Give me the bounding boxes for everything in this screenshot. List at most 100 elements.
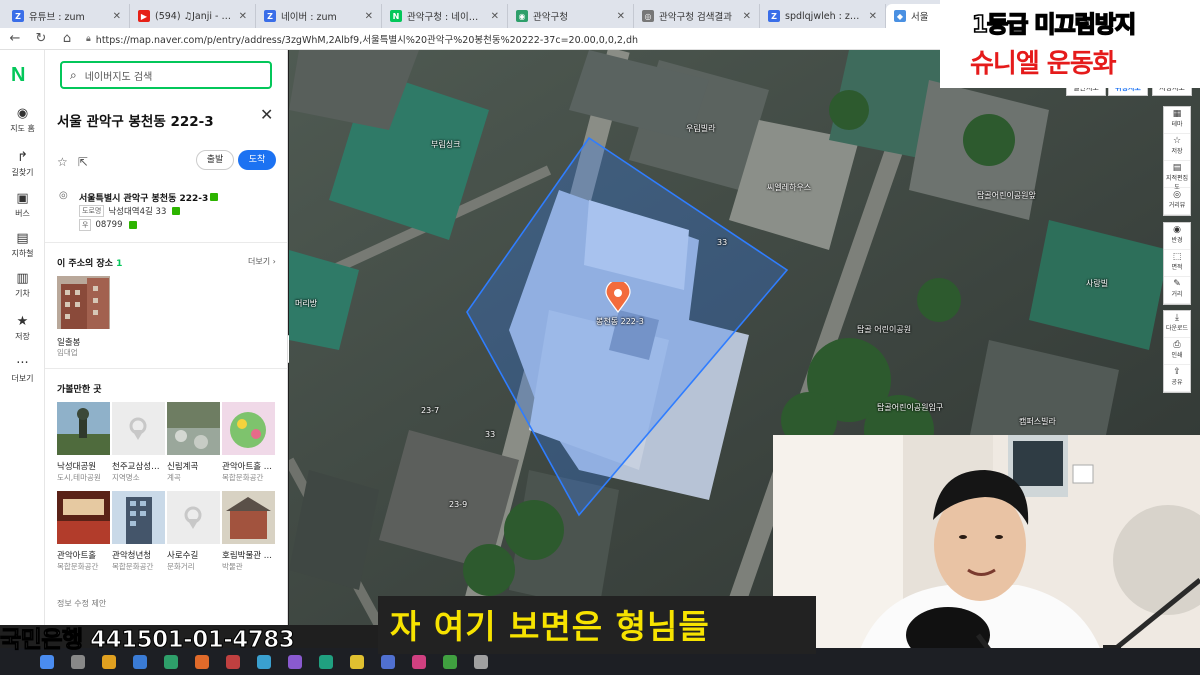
map-tool-label: 다운로드: [1165, 325, 1189, 332]
taskbar-app-icon[interactable]: [412, 655, 426, 669]
taskbar-app-icon[interactable]: [381, 655, 395, 669]
map-tool-label: 저장: [1171, 148, 1183, 155]
nearby-photo[interactable]: [112, 402, 165, 455]
nearby-photo[interactable]: [222, 402, 275, 455]
search-input[interactable]: ⌕ 네이버지도 검색: [60, 61, 272, 89]
map-tools-top: ▦ 테마 ☆ 저장 ▤ 지적편집도 ◎ 거리뷰: [1163, 106, 1191, 216]
taskbar-app-icon[interactable]: [257, 655, 271, 669]
close-icon[interactable]: ✕: [260, 105, 273, 124]
zum-icon: Z: [12, 10, 24, 22]
zip-chip: 우: [79, 219, 92, 231]
nearby-photo[interactable]: [167, 402, 220, 455]
more-link[interactable]: 더보기 ›: [248, 256, 276, 267]
nearby-category: 복합문화공간: [112, 562, 154, 571]
share-icon[interactable]: ⇱: [78, 155, 88, 169]
map-tool-button[interactable]: ✎ 거리: [1164, 277, 1190, 304]
place-photo[interactable]: [57, 276, 110, 329]
close-icon[interactable]: ✕: [239, 11, 247, 22]
rail-item[interactable]: ▣ 버스: [0, 191, 45, 219]
suggest-edit-link[interactable]: 정보 수정 제안: [57, 598, 106, 609]
taskbar-app-icon[interactable]: [226, 655, 240, 669]
taskbar-app-icon[interactable]: [102, 655, 116, 669]
arrive-button[interactable]: 도착: [238, 150, 276, 170]
map-icon: ◆: [894, 10, 906, 22]
copy-icon[interactable]: [210, 193, 219, 201]
map-tool-button[interactable]: ⎙ 인쇄: [1164, 338, 1190, 365]
close-icon[interactable]: ✕: [491, 11, 499, 22]
cadastral-icon: ▤: [1172, 163, 1182, 173]
promo-line-1: 1등급 미끄럼방지: [971, 11, 1137, 39]
globe-icon: ◎: [642, 10, 654, 22]
taskbar-app-icon[interactable]: [350, 655, 364, 669]
map-tool-button[interactable]: ▦ 테마: [1164, 107, 1190, 134]
copy-icon[interactable]: [128, 221, 137, 229]
browser-tab[interactable]: Z 유튜브 : zum ✕: [4, 4, 130, 28]
nearby-name[interactable]: 관악청년청: [112, 549, 165, 561]
pin-icon: ◎: [59, 190, 68, 201]
close-icon[interactable]: ✕: [365, 11, 373, 22]
nearby-photo[interactable]: [57, 491, 110, 544]
bank-account-caption: 국민은행 441501-01-4783: [0, 627, 295, 654]
taskbar-app-icon[interactable]: [443, 655, 457, 669]
nearby-name[interactable]: 관악아트홀: [57, 549, 110, 561]
map-tool-button[interactable]: ▤ 지적편집도: [1164, 161, 1190, 191]
nearby-name[interactable]: 낙성대공원: [57, 460, 110, 472]
rail-item[interactable]: ↱ 길찾기: [0, 150, 45, 178]
close-icon[interactable]: ✕: [617, 11, 625, 22]
star-icon[interactable]: ☆: [57, 155, 68, 169]
taskbar-app-icon[interactable]: [133, 655, 147, 669]
location-pin-icon[interactable]: [605, 282, 631, 314]
map-label: 머리방: [295, 299, 318, 308]
nearby-name[interactable]: 관악아트홀 ...: [222, 460, 275, 472]
rail-item-label: 버스: [15, 209, 30, 218]
nearby-photo[interactable]: [57, 402, 110, 455]
map-tool-button[interactable]: ⤓ 다운로드: [1164, 311, 1190, 338]
rail-item[interactable]: ▤ 지하철: [0, 231, 45, 259]
taskbar-app-icon[interactable]: [40, 655, 54, 669]
copy-icon[interactable]: [172, 207, 181, 215]
close-icon[interactable]: ✕: [869, 11, 877, 22]
nearby-photo[interactable]: [112, 491, 165, 544]
taskbar-app-icon[interactable]: [474, 655, 488, 669]
map-tool-button[interactable]: ◉ 반경: [1164, 223, 1190, 250]
depart-button[interactable]: 출발: [196, 150, 234, 170]
browser-tab[interactable]: N 관악구청 : 네이버 검색 ✕: [382, 4, 508, 28]
nearby-name[interactable]: 천주교삼성산...: [112, 460, 165, 472]
map-tool-button[interactable]: ⬚ 면적: [1164, 250, 1190, 277]
train-icon: ▥: [16, 271, 29, 286]
browser-tab[interactable]: ▶ (594) ♫Janji - Heroes Tonight ✕: [130, 4, 256, 28]
rail-item[interactable]: ◉ 지도 홈: [0, 106, 45, 134]
rail-item[interactable]: ▥ 기차: [0, 271, 45, 299]
taskbar-app-icon[interactable]: [319, 655, 333, 669]
taskbar-app-icon[interactable]: [71, 655, 85, 669]
rail-item[interactable]: ★ 저장: [0, 314, 45, 342]
nearby-name[interactable]: 사로수길: [167, 549, 220, 561]
map-tool-button[interactable]: ◎ 거리뷰: [1164, 188, 1190, 215]
tab-title: 관악구청 검색결과: [659, 12, 732, 23]
map-label: 23-7: [421, 406, 440, 415]
nearby-name[interactable]: 호림박물관 ...: [222, 549, 275, 561]
taskbar-app-icon[interactable]: [288, 655, 302, 669]
browser-tab[interactable]: ◉ 관악구청 ✕: [508, 4, 634, 28]
map-tool-label: 거리: [1171, 291, 1183, 298]
tab-title: 관악구청: [533, 12, 568, 23]
taskbar-app-icon[interactable]: [164, 655, 178, 669]
browser-tab[interactable]: Z 네이버 : zum ✕: [256, 4, 382, 28]
close-icon[interactable]: ✕: [113, 11, 121, 22]
browser-tab[interactable]: ◎ 관악구청 검색결과 ✕: [634, 4, 760, 28]
nearby-photo[interactable]: [167, 491, 220, 544]
nearby-name[interactable]: 신림계곡: [167, 460, 220, 472]
naver-logo-icon[interactable]: N: [11, 64, 35, 88]
rail-item[interactable]: ··· 더보기: [0, 356, 45, 384]
nearby-photo[interactable]: [222, 491, 275, 544]
url-field[interactable]: 🔒︎ https://map.naver.com/p/entry/address…: [86, 32, 638, 46]
reload-icon[interactable]: ↻: [34, 31, 48, 46]
map-tool-button[interactable]: ☆ 저장: [1164, 134, 1190, 161]
browser-tab[interactable]: Zspdlqjwleh : zum ✕: [760, 4, 886, 28]
close-icon[interactable]: ✕: [743, 11, 751, 22]
map-tool-button[interactable]: ⇪ 공유: [1164, 365, 1190, 392]
taskbar-app-icon[interactable]: [195, 655, 209, 669]
home-icon[interactable]: ⌂: [60, 31, 74, 46]
subway-icon: ▤: [16, 231, 29, 246]
back-icon[interactable]: ←: [8, 31, 22, 46]
